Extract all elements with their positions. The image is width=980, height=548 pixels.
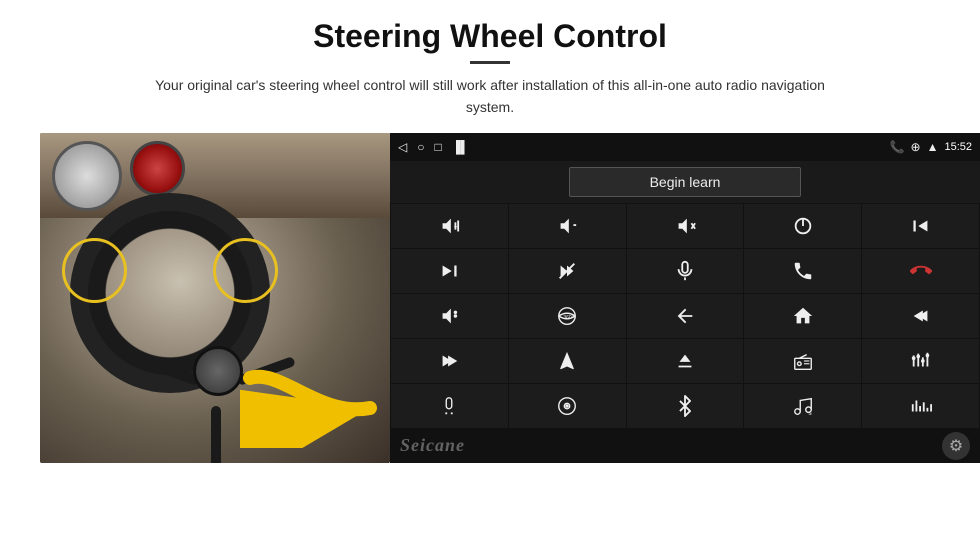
home-button[interactable] — [744, 294, 861, 338]
spectrum-button[interactable] — [862, 384, 979, 428]
gauge-left — [52, 141, 122, 211]
begin-learn-button[interactable]: Begin learn — [569, 167, 802, 197]
title-divider — [470, 61, 510, 64]
begin-learn-bar: Begin learn — [390, 161, 980, 203]
equalizer-button[interactable] — [862, 339, 979, 383]
next-button[interactable] — [391, 249, 508, 293]
time-display: 15:52 — [944, 141, 972, 153]
gauge-right — [130, 141, 185, 196]
content-row: ◁ ○ □ ▐▌ 📞 ⊕ ▲ 15:52 Begin learn — [40, 133, 940, 463]
statusbar-left: ◁ ○ □ ▐▌ — [398, 140, 469, 154]
prev-track-button[interactable] — [862, 204, 979, 248]
yellow-arrow — [240, 358, 380, 453]
button-circle-right — [213, 238, 278, 303]
svg-text:360°: 360° — [564, 315, 574, 321]
eject-button[interactable] — [627, 339, 744, 383]
disc-button[interactable] — [509, 384, 626, 428]
back-nav-icon[interactable]: ◁ — [398, 140, 407, 154]
home-nav-icon[interactable]: ○ — [417, 140, 424, 154]
wheel-hub — [193, 346, 243, 396]
button-circle-left — [62, 238, 127, 303]
back-button[interactable] — [627, 294, 744, 338]
phone-call-button[interactable] — [744, 249, 861, 293]
power-button[interactable] — [744, 204, 861, 248]
mute-button[interactable] — [627, 204, 744, 248]
bluetooth-button[interactable] — [627, 384, 744, 428]
steering-wheel-image — [40, 133, 390, 463]
skip-next-button[interactable] — [391, 339, 508, 383]
volume-down-button[interactable] — [509, 204, 626, 248]
statusbar-right: 📞 ⊕ ▲ 15:52 — [890, 140, 972, 154]
recents-nav-icon[interactable]: □ — [434, 140, 441, 154]
fast-forward-cut-button[interactable] — [509, 249, 626, 293]
page-subtitle: Your original car's steering wheel contr… — [140, 74, 840, 119]
spoke-left — [140, 356, 200, 386]
volume-up-button[interactable]: + — [391, 204, 508, 248]
settings-gear-button[interactable]: ⚙ — [942, 432, 970, 460]
signal-icon: ▐▌ — [452, 140, 469, 154]
seicane-logo: Seicane — [400, 435, 465, 456]
page-title: Steering Wheel Control — [313, 18, 667, 55]
page-container: Steering Wheel Control Your original car… — [0, 0, 980, 548]
navigate-button[interactable] — [509, 339, 626, 383]
svg-text:+: + — [454, 222, 458, 231]
music-note-button[interactable]: s — [744, 384, 861, 428]
microphone-button[interactable] — [627, 249, 744, 293]
mic2-button[interactable] — [391, 384, 508, 428]
android-panel: ◁ ○ □ ▐▌ 📞 ⊕ ▲ 15:52 Begin learn — [390, 133, 980, 463]
wifi-status-icon: ▲ — [927, 140, 939, 154]
controls-grid: + — [390, 203, 980, 429]
android-statusbar: ◁ ○ □ ▐▌ 📞 ⊕ ▲ 15:52 — [390, 133, 980, 161]
end-call-button[interactable] — [862, 249, 979, 293]
spoke-bottom — [211, 406, 221, 463]
skip-back-button[interactable] — [862, 294, 979, 338]
phone-status-icon: 📞 — [890, 140, 905, 154]
seicane-bar: Seicane ⚙ — [390, 429, 980, 463]
360-view-button[interactable]: 360° — [509, 294, 626, 338]
radio-button[interactable] — [744, 339, 861, 383]
location-status-icon: ⊕ — [911, 140, 921, 154]
svg-text:s: s — [808, 410, 811, 417]
speaker-button[interactable] — [391, 294, 508, 338]
